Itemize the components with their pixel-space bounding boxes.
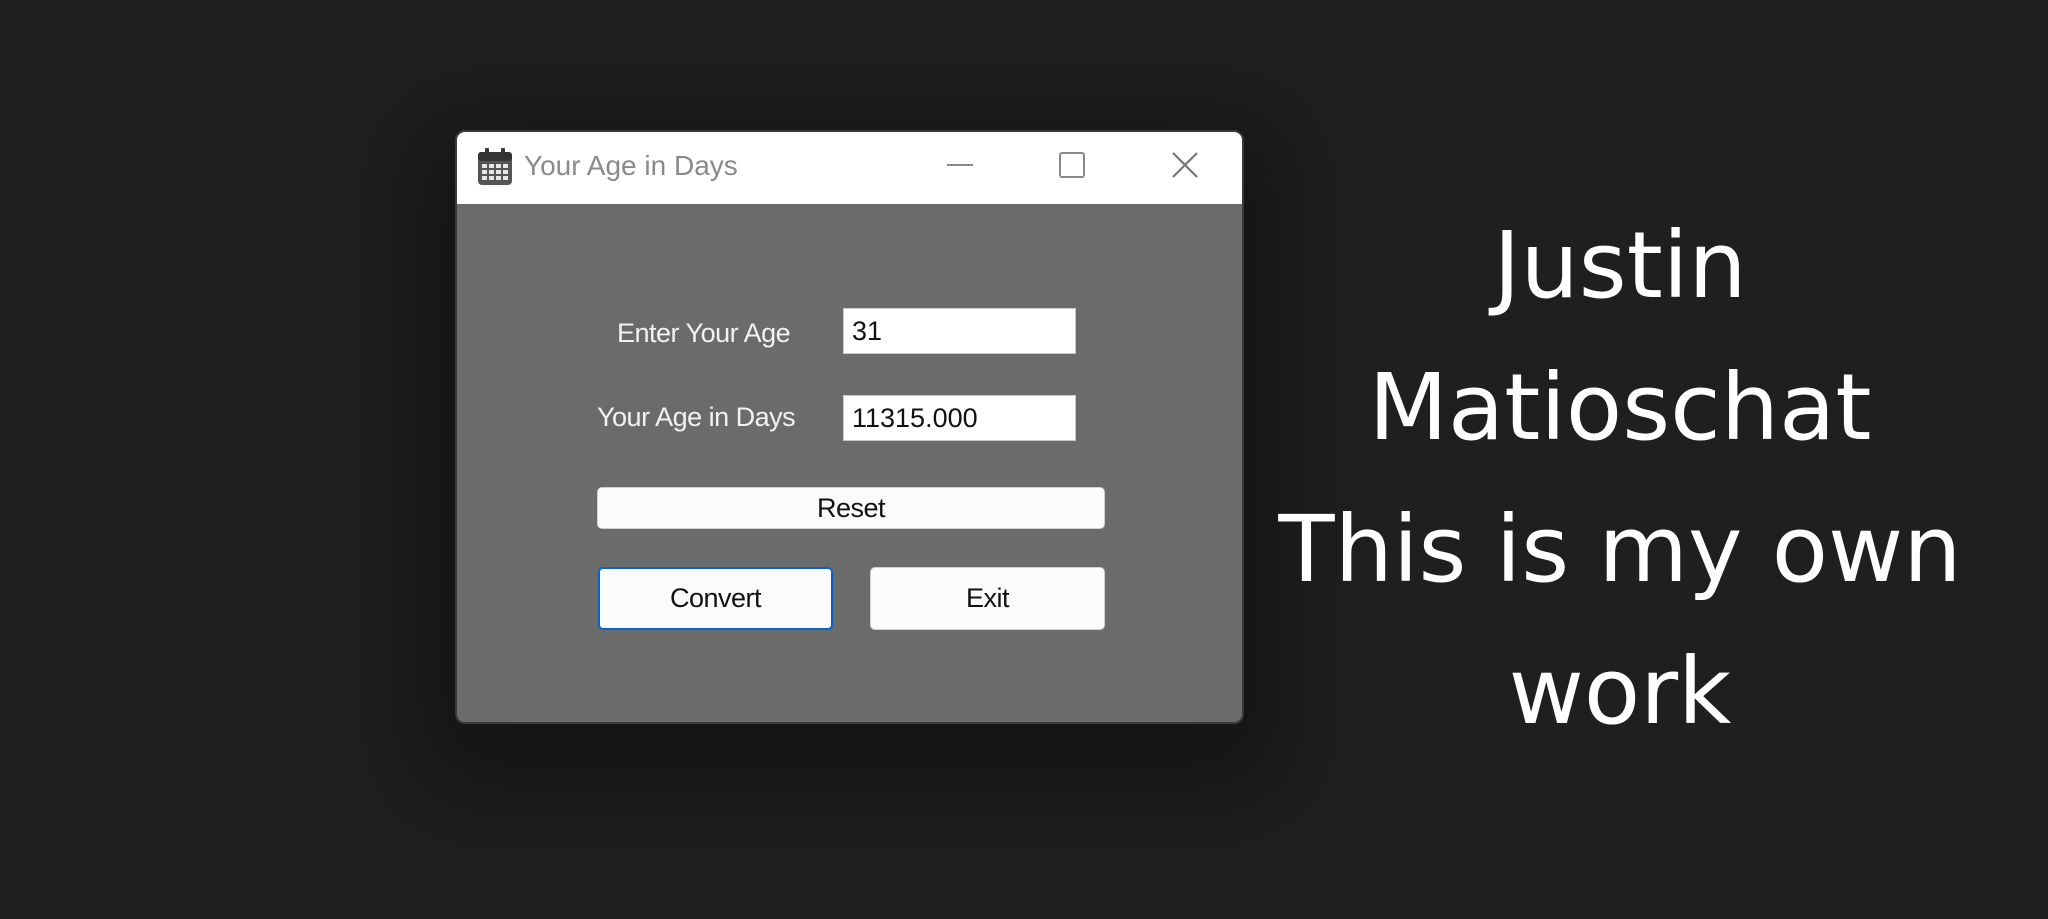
close-button[interactable] xyxy=(1152,140,1218,190)
ownership-statement-line2: work xyxy=(1508,638,1732,745)
ownership-statement-line1: This is my own xyxy=(1278,496,1962,603)
age-in-days-label: Your Age in Days xyxy=(597,402,796,432)
author-last-name: Matioschat xyxy=(1368,354,1872,461)
exit-button[interactable]: Exit xyxy=(870,567,1105,630)
convert-button[interactable]: Convert xyxy=(598,567,833,630)
author-first-name: Justin xyxy=(1493,212,1747,319)
app-window: Your Age in Days Enter Your Age 31 Your … xyxy=(455,130,1244,724)
age-in-days-output[interactable] xyxy=(843,395,1076,441)
minimize-icon xyxy=(947,164,973,166)
maximize-button[interactable] xyxy=(1039,140,1105,190)
age-input[interactable] xyxy=(843,308,1076,354)
close-icon xyxy=(1172,152,1198,178)
calendar-icon xyxy=(478,148,512,185)
reset-button[interactable]: Reset xyxy=(597,487,1105,529)
stage: Your Age in Days Enter Your Age 31 Your … xyxy=(0,0,2048,919)
author-statement: Justin Matioschat This is my own work xyxy=(1250,195,1990,763)
maximize-icon xyxy=(1059,152,1085,178)
form-client-area xyxy=(457,204,1242,722)
age-label: Enter Your Age xyxy=(617,318,791,348)
window-title: Your Age in Days xyxy=(524,150,738,181)
minimize-button[interactable] xyxy=(927,140,993,190)
title-bar[interactable]: Your Age in Days xyxy=(457,132,1242,204)
